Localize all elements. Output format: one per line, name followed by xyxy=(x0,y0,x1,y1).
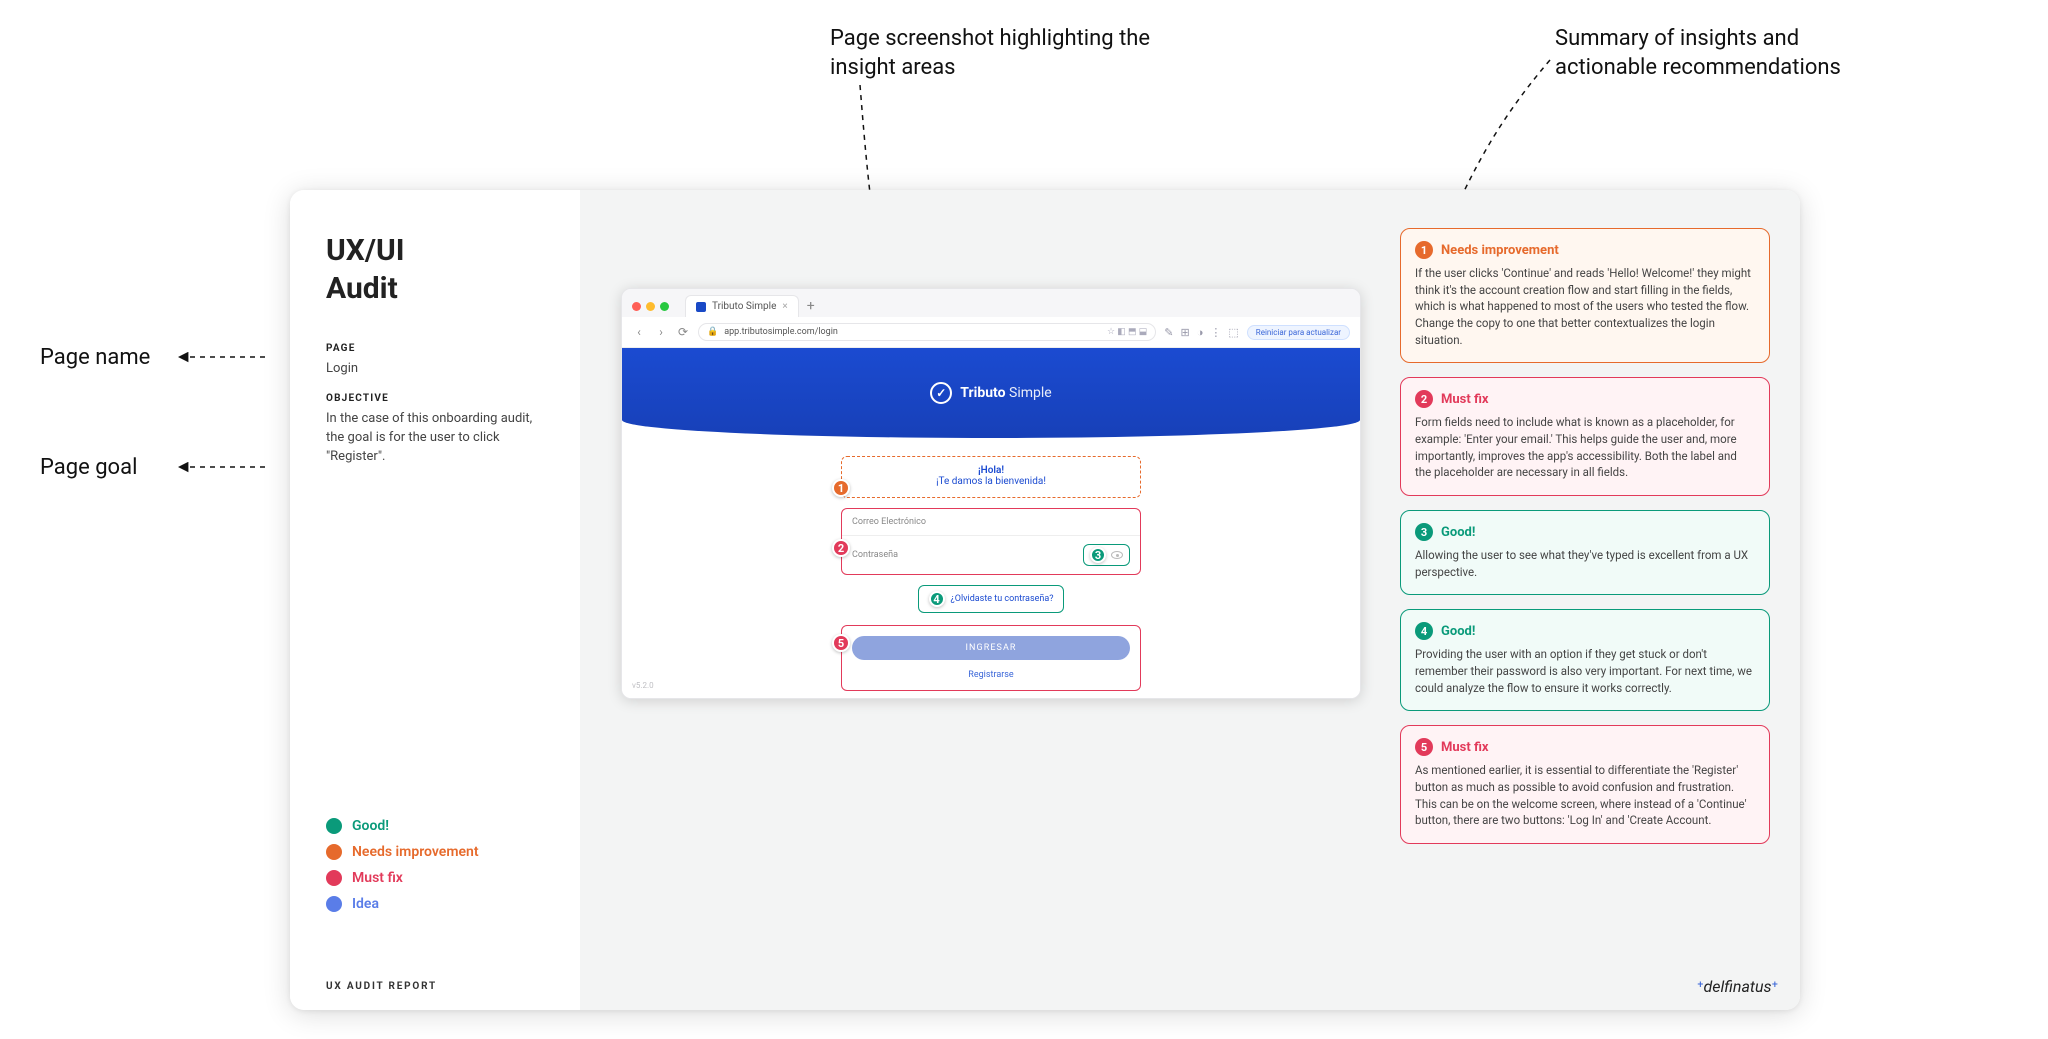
page-surface: ✓ Tributo Simple 1 ¡Hola! ¡Te dam xyxy=(622,348,1360,698)
insight-card-1: 1 Needs improvement If the user clicks '… xyxy=(1400,228,1770,363)
lock-icon: 🔒 xyxy=(707,327,718,337)
insight-card-2: 2 Must fix Form fields need to include w… xyxy=(1400,377,1770,496)
email-field[interactable]: Correo Electrónico xyxy=(842,509,1140,536)
favicon-icon xyxy=(696,302,706,312)
refresh-icon[interactable]: ⟳ xyxy=(676,325,690,339)
browser-address-bar: ‹ › ⟳ 🔒 app.tributosimple.com/login ☆ ◧ … xyxy=(622,317,1360,348)
marker-5: 5 xyxy=(832,634,850,652)
welcome-box: 1 ¡Hola! ¡Te damos la bienvenida! xyxy=(841,456,1141,498)
legend-needs-improvement: Needs improvement xyxy=(326,844,544,860)
insight-num-5: 5 xyxy=(1415,738,1433,756)
forward-icon[interactable]: › xyxy=(654,325,668,339)
toolbar-icons: ✎⊞◑⋮⬚ xyxy=(1164,326,1239,339)
legend-idea: Idea xyxy=(326,896,544,912)
insight-num-4: 4 xyxy=(1415,622,1433,640)
dot-mustfix-icon xyxy=(326,870,342,886)
insight-card-4: 4 Good! Providing the user with an optio… xyxy=(1400,609,1770,711)
annotation-page-goal: Page goal xyxy=(40,455,137,480)
dot-improve-icon xyxy=(326,844,342,860)
close-icon[interactable]: × xyxy=(782,301,787,312)
welcome-line1: ¡Hola! xyxy=(848,465,1134,476)
insight-num-1: 1 xyxy=(1415,241,1433,259)
insight-title-2: Must fix xyxy=(1441,392,1489,407)
back-icon[interactable]: ‹ xyxy=(632,325,646,339)
insight-title-3: Good! xyxy=(1441,525,1475,540)
insight-body-4: Providing the user with an option if the… xyxy=(1415,646,1755,696)
address-icons: ☆ ◧ ⬒ ⬓ xyxy=(1107,327,1147,337)
insight-num-3: 3 xyxy=(1415,523,1433,541)
eye-icon[interactable] xyxy=(1111,551,1123,559)
register-link[interactable]: Registrarse xyxy=(852,670,1130,680)
annotation-screenshot: Page screenshot highlighting the insight… xyxy=(830,25,1180,82)
report-sidebar: UX/UI Audit PAGE Login OBJECTIVE In the … xyxy=(290,190,580,1010)
insight-title-4: Good! xyxy=(1441,624,1475,639)
refresh-pill[interactable]: Reiniciar para actualizar xyxy=(1247,325,1350,340)
report-main: Tributo Simple × + ‹ › ⟳ 🔒 app.tributosi… xyxy=(580,190,1800,1010)
legend-good: Good! xyxy=(326,818,544,834)
browser-tabs: Tributo Simple × + xyxy=(622,289,1360,317)
page-label: PAGE xyxy=(326,343,544,354)
password-visibility-box: 3 xyxy=(1083,544,1130,566)
login-form: 1 ¡Hola! ¡Te damos la bienvenida! 2 Corr… xyxy=(841,456,1141,691)
insight-body-3: Allowing the user to see what they've ty… xyxy=(1415,547,1755,580)
insight-title-1: Needs improvement xyxy=(1441,243,1559,258)
marker-3: 3 xyxy=(1090,547,1106,563)
marker-4: 4 xyxy=(929,591,945,607)
login-button[interactable]: INGRESAR xyxy=(852,636,1130,660)
url-text: app.tributosimple.com/login xyxy=(724,327,838,337)
marker-1: 1 xyxy=(832,479,850,497)
brand-watermark: ⁺delfinatus⁺ xyxy=(1697,977,1778,996)
add-tab-icon[interactable]: + xyxy=(807,298,815,314)
url-field[interactable]: 🔒 app.tributosimple.com/login ☆ ◧ ⬒ ⬓ xyxy=(698,323,1156,341)
insights-column: 1 Needs improvement If the user clicks '… xyxy=(1400,228,1770,980)
screenshot-column: Tributo Simple × + ‹ › ⟳ 🔒 app.tributosi… xyxy=(610,228,1372,980)
report-title: UX/UI Audit xyxy=(326,232,544,307)
report-footer: UX AUDIT REPORT xyxy=(326,981,437,992)
fields-box: 2 Correo Electrónico Contraseña 3 xyxy=(841,508,1141,575)
hero-banner: ✓ Tributo Simple xyxy=(622,348,1360,438)
insight-num-2: 2 xyxy=(1415,390,1433,408)
traffic-lights-icon xyxy=(632,302,669,311)
insight-body-1: If the user clicks 'Continue' and reads … xyxy=(1415,265,1755,348)
marker-2: 2 xyxy=(832,539,850,557)
insight-title-5: Must fix xyxy=(1441,740,1489,755)
insight-card-3: 3 Good! Allowing the user to see what th… xyxy=(1400,510,1770,595)
dot-good-icon xyxy=(326,818,342,834)
legend: Good! Needs improvement Must fix Idea xyxy=(326,808,544,922)
page-value: Login xyxy=(326,360,544,379)
annotation-page-name: Page name xyxy=(40,345,150,370)
report-card: UX/UI Audit PAGE Login OBJECTIVE In the … xyxy=(290,190,1800,1010)
browser-tab-title: Tributo Simple xyxy=(712,301,776,312)
legend-must-fix: Must fix xyxy=(326,870,544,886)
password-field[interactable]: Contraseña 3 xyxy=(842,536,1140,574)
welcome-line2: ¡Te damos la bienvenida! xyxy=(848,476,1134,487)
browser-mock: Tributo Simple × + ‹ › ⟳ 🔒 app.tributosi… xyxy=(621,288,1361,699)
objective-label: OBJECTIVE xyxy=(326,393,544,404)
brand-check-icon: ✓ xyxy=(930,382,952,404)
version-label: v5.2.0 xyxy=(632,681,654,690)
objective-value: In the case of this onboarding audit, th… xyxy=(326,410,544,467)
insight-body-5: As mentioned earlier, it is essential to… xyxy=(1415,762,1755,829)
dot-idea-icon xyxy=(326,896,342,912)
annotation-insights: Summary of insights and actionable recom… xyxy=(1555,25,1905,82)
forgot-password-link[interactable]: 4 ¿Olvidaste tu contraseña? xyxy=(918,585,1065,613)
insight-body-2: Form fields need to include what is know… xyxy=(1415,414,1755,481)
insight-card-5: 5 Must fix As mentioned earlier, it is e… xyxy=(1400,725,1770,844)
browser-tab[interactable]: Tributo Simple × xyxy=(685,295,799,317)
actions-box: 5 INGRESAR Registrarse xyxy=(841,625,1141,691)
